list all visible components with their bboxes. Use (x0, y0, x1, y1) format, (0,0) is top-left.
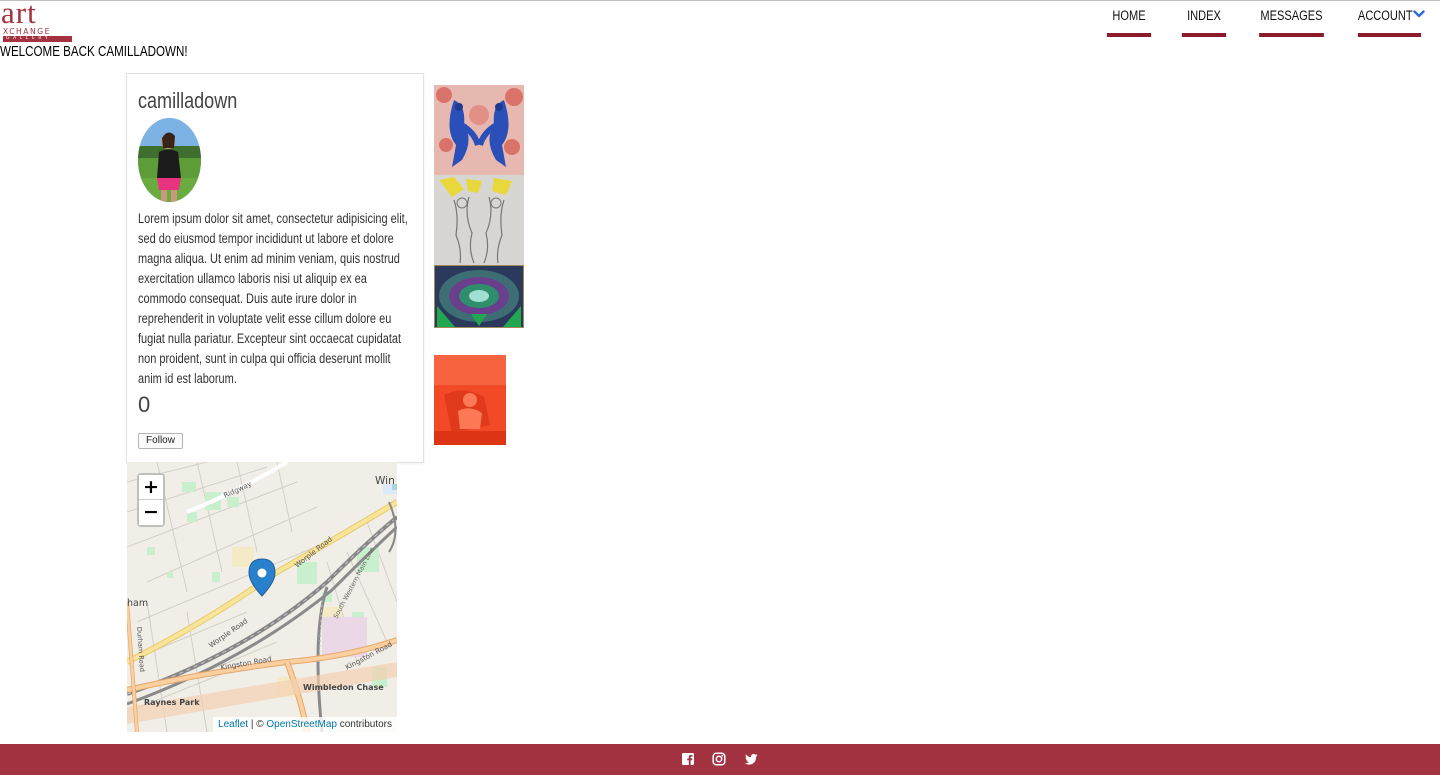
nav-account-label: ACCOUNT (1357, 8, 1413, 23)
attribution-suffix: contributors (336, 719, 392, 730)
map-label-ham: ham (127, 598, 148, 609)
follower-count: 0 (138, 392, 151, 417)
logo-gallery-text: GALLERY (3, 36, 72, 42)
artwork-thumbnail[interactable] (434, 85, 524, 175)
profile-card: camilladown Lorem ipsum dolor sit amet, … (126, 73, 424, 463)
footer (0, 744, 1440, 775)
nav-home-label: HOME (1112, 8, 1146, 23)
facebook-icon[interactable] (681, 752, 695, 766)
profile-bio: Lorem ipsum dolor sit amet, consectetur … (138, 211, 408, 386)
logo[interactable]: art XCHANGE GALLERY (1, 0, 72, 42)
leaflet-link[interactable]: Leaflet (218, 719, 248, 730)
map-label-win: Win (375, 475, 395, 487)
nav-index[interactable]: INDEX (1181, 0, 1227, 37)
nav-account[interactable]: ACCOUNT (1357, 0, 1422, 37)
instagram-icon[interactable] (712, 752, 726, 766)
nav-messages-label: MESSAGES (1260, 8, 1323, 23)
artwork-thumbnail[interactable] (434, 265, 524, 328)
nav-messages[interactable]: MESSAGES (1259, 0, 1324, 37)
nav-index-label: INDEX (1187, 8, 1221, 23)
artwork-thumbnail[interactable] (434, 355, 506, 445)
zoom-in-button[interactable]: + (139, 475, 163, 500)
welcome-message: WELCOME BACK CAMILLADOWN! (0, 44, 188, 60)
follow-button[interactable]: Follow (138, 433, 183, 449)
nav-home[interactable]: HOME (1106, 0, 1152, 37)
location-map[interactable]: Ridgway Worple Road South Western Main L… (127, 462, 397, 732)
zoom-out-button[interactable]: − (139, 500, 163, 525)
twitter-icon[interactable] (744, 752, 758, 766)
attribution-separator: | © (248, 719, 267, 730)
openstreetmap-link[interactable]: OpenStreetMap (266, 719, 337, 730)
map-label-raynes-park: Raynes Park (144, 698, 200, 707)
logo-xchange-text: XCHANGE (3, 27, 51, 36)
map-zoom-control: + − (137, 473, 165, 527)
map-attribution: Leaflet | © OpenStreetMap contributors (213, 717, 397, 732)
artwork-thumbnail[interactable] (434, 175, 524, 265)
avatar (138, 118, 201, 202)
chevron-down-icon[interactable] (1413, 9, 1425, 19)
map-label-wimbledon: Wimbledon Chase (303, 683, 384, 692)
profile-username: camilladown (138, 88, 238, 113)
